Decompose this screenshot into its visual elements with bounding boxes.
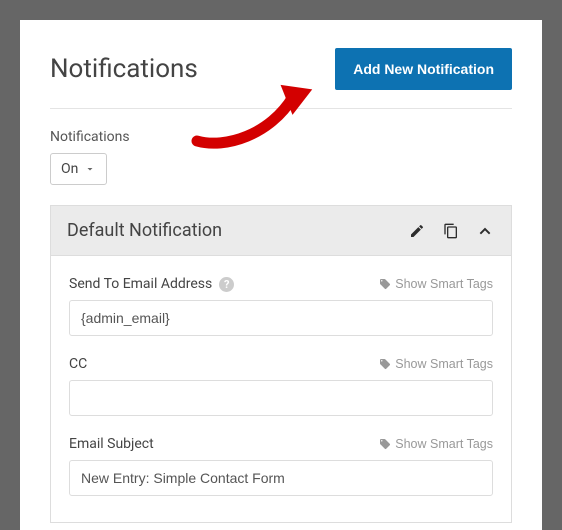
card-header: Default Notification — [51, 206, 511, 256]
notifications-toggle-select[interactable]: On — [50, 153, 107, 185]
send-to-row: Send To Email Address ? Show Smart Tags — [69, 276, 493, 336]
tag-icon — [379, 278, 391, 290]
row-head: Send To Email Address ? Show Smart Tags — [69, 276, 493, 292]
cc-input[interactable] — [69, 380, 493, 416]
copy-icon — [443, 223, 459, 239]
smart-tags-toggle[interactable]: Show Smart Tags — [379, 437, 493, 451]
add-notification-button[interactable]: Add New Notification — [335, 48, 512, 90]
chevron-down-icon — [84, 163, 96, 175]
row-head: CC Show Smart Tags — [69, 356, 493, 372]
tag-icon — [379, 438, 391, 450]
edit-icon — [409, 223, 425, 239]
help-icon[interactable]: ? — [219, 277, 234, 292]
edit-button[interactable] — [407, 221, 427, 241]
cc-label: CC — [69, 356, 87, 372]
notifications-toggle-block: Notifications On — [50, 129, 512, 185]
toggle-value: On — [61, 161, 78, 177]
collapse-button[interactable] — [475, 221, 495, 241]
notifications-panel: Notifications Add New Notification Notif… — [20, 20, 542, 530]
smart-tags-toggle[interactable]: Show Smart Tags — [379, 277, 493, 291]
chevron-up-icon — [477, 223, 493, 239]
subject-label: Email Subject — [69, 436, 154, 452]
smart-tags-toggle[interactable]: Show Smart Tags — [379, 357, 493, 371]
row-head: Email Subject Show Smart Tags — [69, 436, 493, 452]
copy-button[interactable] — [441, 221, 461, 241]
subject-row: Email Subject Show Smart Tags — [69, 436, 493, 496]
send-to-label: Send To Email Address ? — [69, 276, 234, 292]
panel-header: Notifications Add New Notification — [50, 48, 512, 109]
cc-row: CC Show Smart Tags — [69, 356, 493, 416]
toggle-label: Notifications — [50, 129, 512, 145]
notification-card: Default Notification Send To Email Addre… — [50, 205, 512, 523]
page-title: Notifications — [50, 54, 198, 84]
card-body: Send To Email Address ? Show Smart Tags … — [51, 256, 511, 522]
card-actions — [407, 221, 495, 241]
tag-icon — [379, 358, 391, 370]
send-to-input[interactable] — [69, 300, 493, 336]
subject-input[interactable] — [69, 460, 493, 496]
card-title: Default Notification — [67, 220, 407, 241]
